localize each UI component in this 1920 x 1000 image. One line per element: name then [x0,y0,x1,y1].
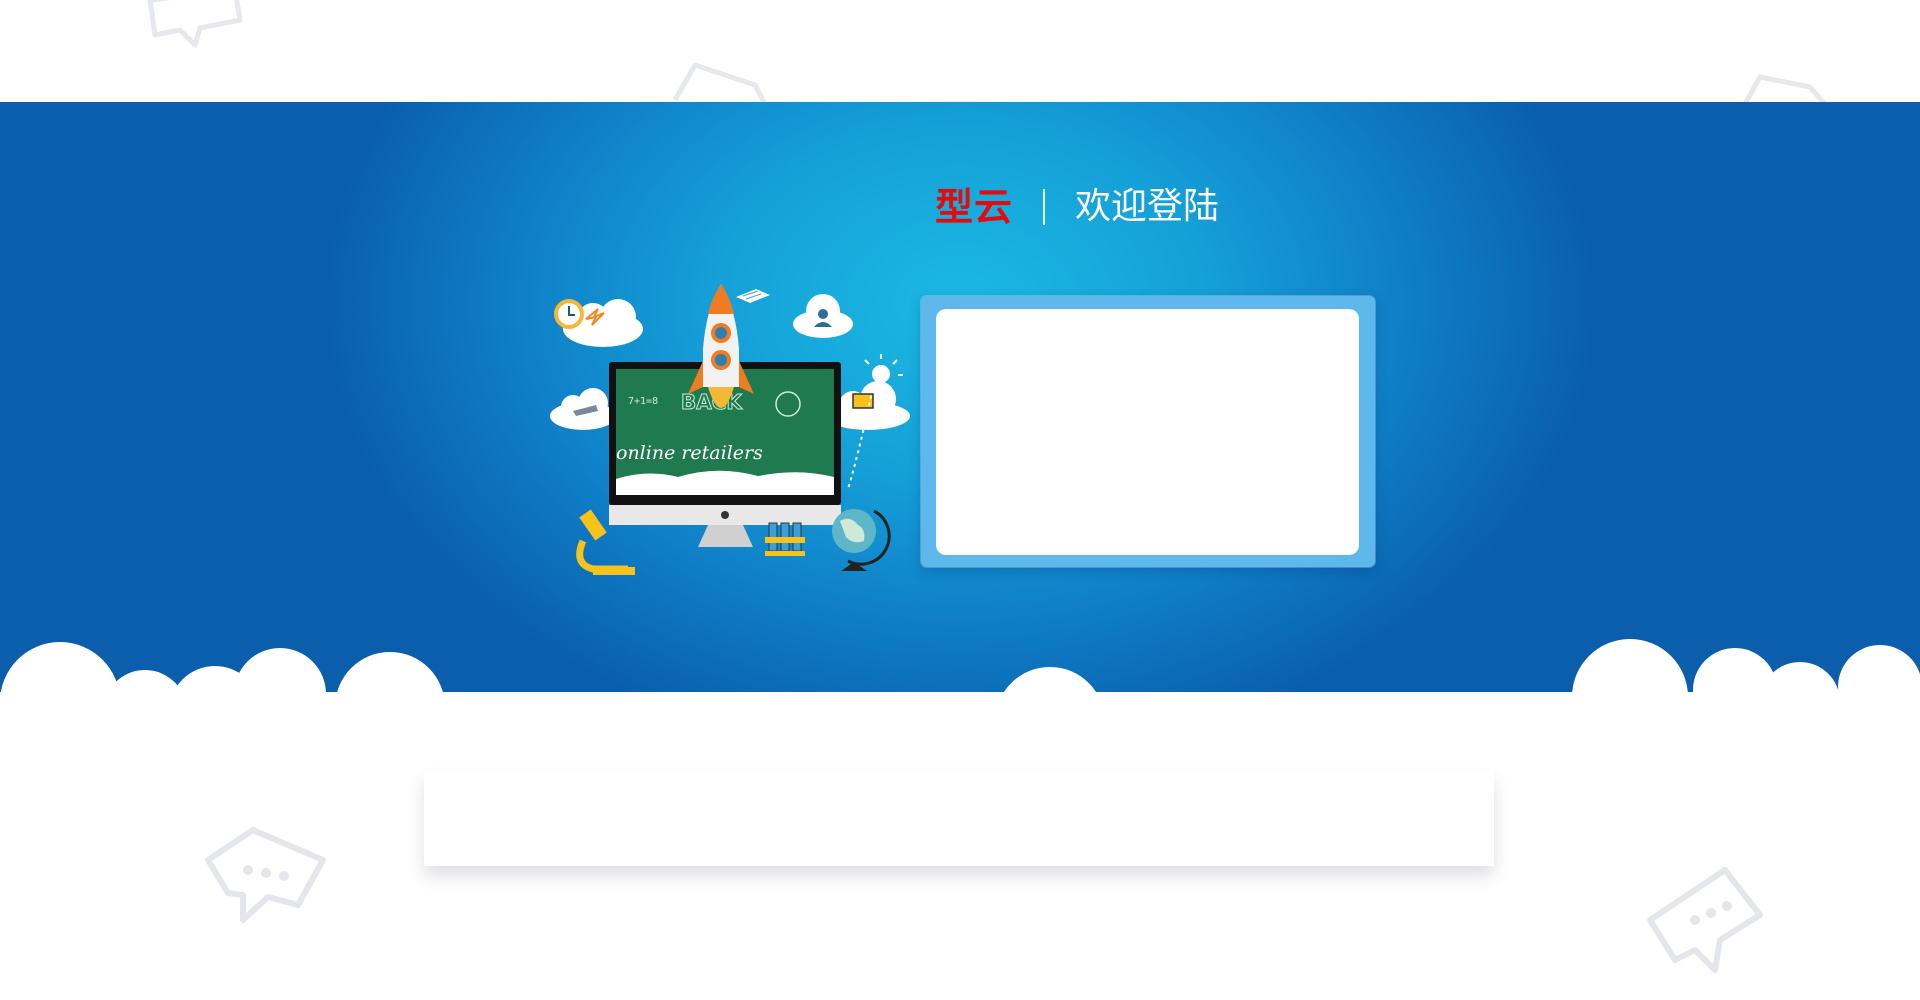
chat-bubble-icon [1742,74,1827,104]
login-panel[interactable] [936,309,1359,555]
login-banner: 型云 欢迎登陆 online retailers BACK 7+1=8 [0,102,1920,702]
brand-logo: 型云 [935,185,1014,229]
cloud-icon [793,294,853,338]
chat-bubble-icon [672,62,768,104]
cloud-icon [550,388,616,430]
chat-bubble-icon [1647,867,1763,973]
clock-icon [554,299,584,329]
welcome-title: 欢迎登陆 [1075,186,1220,227]
content-card [424,771,1494,866]
header-divider [1043,189,1046,225]
cloud-band [0,639,1920,702]
chat-bubble-icon [147,0,243,48]
chat-bubble-icon [205,827,326,923]
book-icon [736,289,770,303]
svg-text:online retailers: online retailers [616,442,763,464]
login-frame [921,296,1375,567]
svg-text:7+1=8: 7+1=8 [628,396,658,407]
page-header: 型云 欢迎登陆 [935,182,1219,232]
